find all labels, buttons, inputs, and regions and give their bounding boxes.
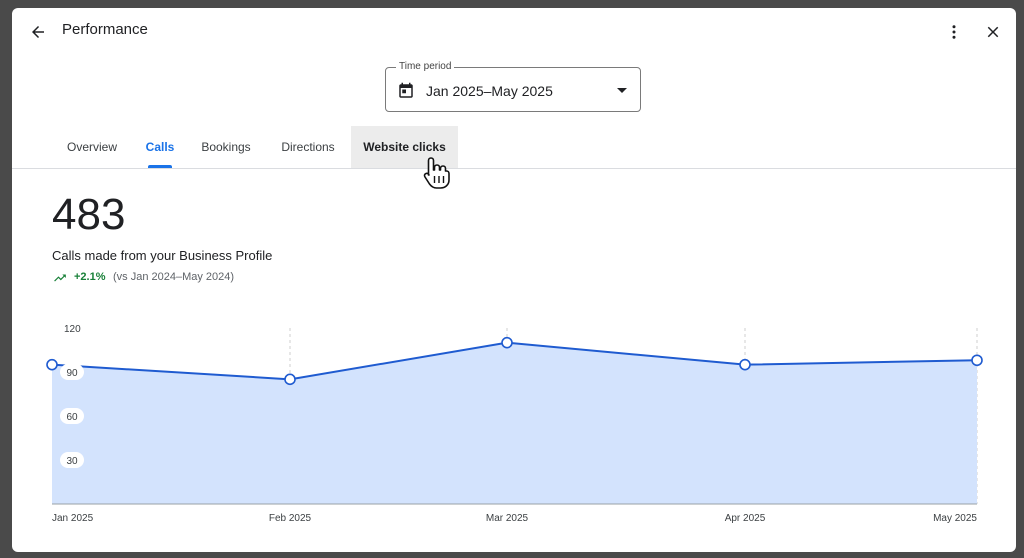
tab-bar: Overview Calls Bookings Directions Websi…: [12, 126, 1016, 169]
back-button[interactable]: [24, 18, 52, 46]
hand-pointer-icon: [423, 157, 450, 189]
arrow-left-icon: [32, 26, 44, 38]
more-options-button[interactable]: [940, 18, 968, 46]
y-tick-label-2: 90: [66, 368, 78, 379]
tab-bookings[interactable]: Bookings: [192, 126, 260, 168]
x-tick-label-4: May 2025: [933, 513, 977, 524]
metric-label: Calls made from your Business Profile: [52, 248, 273, 263]
data-point-4: [971, 354, 983, 367]
dialog-title: Performance: [62, 21, 148, 38]
active-tab-indicator: [148, 165, 172, 168]
time-period-select[interactable]: Time period Jan 2025–May 2025: [385, 61, 641, 112]
tab-directions[interactable]: Directions: [270, 126, 346, 168]
data-point-2: [501, 336, 513, 349]
calendar-icon: [399, 82, 413, 98]
x-tick-label-2: Mar 2025: [486, 513, 529, 524]
dialog-header: Performance: [12, 8, 1016, 56]
tab-overview[interactable]: Overview: [56, 126, 128, 168]
y-tick-label-1: 60: [66, 412, 78, 423]
y-tick-label-0: 30: [66, 456, 78, 467]
x-tick-label-0: Jan 2025: [52, 513, 94, 524]
y-tick-label-3: 120: [64, 324, 81, 335]
performance-dialog: Performance Time period Jan 2025–May 202…: [12, 8, 1016, 552]
trend-change: +2.1%: [74, 271, 106, 283]
data-point-1: [284, 373, 296, 386]
time-period-value: Jan 2025–May 2025: [426, 83, 553, 99]
calls-chart: 30 60 90 120 Jan 2025 Feb 2025 Mar 2025 Apr 202…: [46, 324, 983, 524]
data-point-3: [739, 358, 751, 371]
data-point-0: [46, 358, 58, 371]
series-area: [52, 342, 977, 504]
trend-comparison: (vs Jan 2024–May 2024): [113, 271, 235, 283]
tab-calls[interactable]: Calls: [136, 126, 184, 168]
more-vert-icon: [952, 25, 956, 39]
time-period-label: Time period: [396, 61, 455, 73]
x-tick-label-3: Apr 2025: [725, 513, 766, 524]
trending-up-icon: [54, 274, 66, 282]
close-button[interactable]: [979, 18, 1007, 46]
x-tick-label-1: Feb 2025: [269, 513, 312, 524]
metric-value: 483: [52, 190, 126, 239]
close-icon: [987, 26, 999, 38]
dropdown-arrow-icon: [617, 88, 627, 93]
